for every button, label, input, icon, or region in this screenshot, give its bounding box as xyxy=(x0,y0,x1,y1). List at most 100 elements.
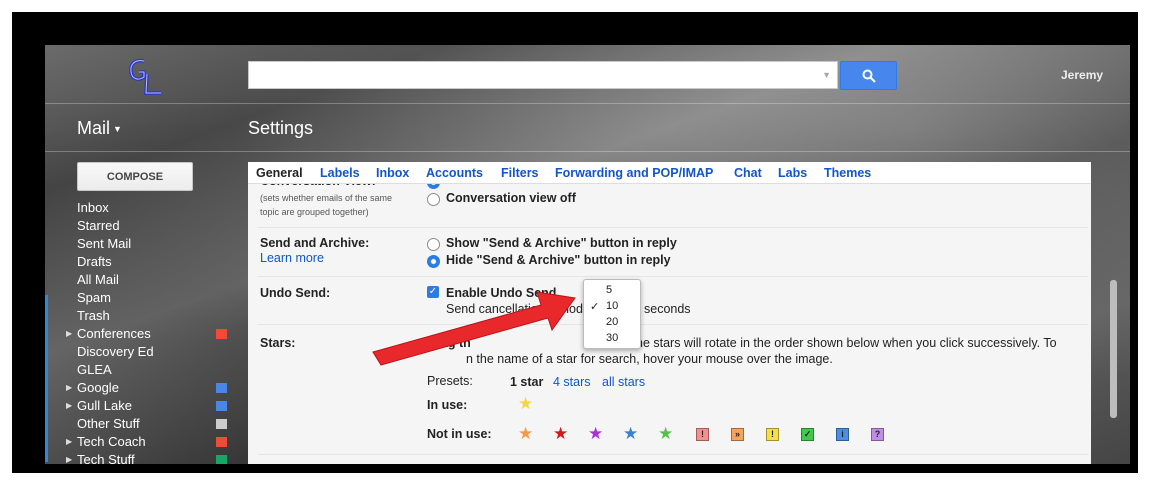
account-name[interactable]: Jeremy xyxy=(1061,68,1103,82)
sidebar-item[interactable]: Sent Mail xyxy=(45,235,235,253)
label-color-swatch[interactable] xyxy=(216,455,227,464)
sidebar-item-label: Conferences xyxy=(77,326,151,341)
label-color-swatch[interactable] xyxy=(216,383,227,393)
sidebar-item-label: Discovery Ed xyxy=(77,344,154,359)
expand-triangle-icon[interactable]: ▶ xyxy=(66,451,72,464)
tab-chat[interactable]: Chat xyxy=(734,166,762,180)
tab-labs[interactable]: Labs xyxy=(778,166,807,180)
sidebar-item[interactable]: ▶ Tech Coach xyxy=(45,433,235,451)
enable-undo-send-checkbox[interactable]: ✓ xyxy=(427,286,439,298)
stars-desc-start: Drag th xyxy=(427,336,471,350)
preset-4-stars[interactable]: 4 stars xyxy=(553,375,591,389)
mail-menu-label: Mail xyxy=(77,118,111,138)
conversation-view-off-radio[interactable] xyxy=(427,193,440,206)
divider xyxy=(258,324,1088,325)
header-divider xyxy=(45,103,1130,104)
star-icon[interactable]: ★ xyxy=(623,425,638,442)
preset-1-star[interactable]: 1 star xyxy=(510,375,543,389)
sidebar-item-label: Starred xyxy=(77,218,120,233)
gl-logo-icon[interactable] xyxy=(125,55,167,99)
tab-forwarding-and-pop-imap[interactable]: Forwarding and POP/IMAP xyxy=(555,166,713,180)
divider xyxy=(258,227,1088,228)
star-marker-icon[interactable]: ! xyxy=(766,428,779,441)
expand-triangle-icon[interactable]: ▶ xyxy=(66,325,72,343)
settings-panel: General Labels Inbox Accounts Filters Forward… xyxy=(248,162,1091,464)
sidebar-item[interactable]: All Mail xyxy=(45,271,235,289)
label-color-swatch[interactable] xyxy=(216,419,227,429)
label-color-swatch[interactable] xyxy=(216,329,227,339)
star-marker-icon[interactable]: » xyxy=(731,428,744,441)
mail-menu[interactable]: Mail ▼ xyxy=(77,118,122,139)
sidebar-item[interactable]: ▶ Gull Lake xyxy=(45,397,235,415)
tab-labels[interactable]: Labels xyxy=(320,166,360,180)
search-button[interactable] xyxy=(840,61,897,90)
conversation-view-off-label: Conversation view off xyxy=(446,191,576,205)
undo-send-label: Undo Send: xyxy=(260,286,331,300)
dropdown-option[interactable]: 5 xyxy=(606,284,612,296)
sidebar-nav: Inbox Starred Sent Mail Drafts All Mail Spam T… xyxy=(45,199,235,464)
star-icon[interactable]: ★ xyxy=(518,395,533,412)
sidebar-item[interactable]: Discovery Ed xyxy=(45,343,235,361)
expand-triangle-icon[interactable]: ▶ xyxy=(66,433,72,451)
sidebar-item[interactable]: GLEA xyxy=(45,361,235,379)
compose-button[interactable]: COMPOSE xyxy=(77,162,193,191)
sidebar-item[interactable]: Inbox xyxy=(45,199,235,217)
search-icon xyxy=(862,69,876,83)
in-use-label: In use: xyxy=(427,398,468,412)
star-marker-icon[interactable]: ! xyxy=(696,428,709,441)
learn-more-link[interactable]: Learn more xyxy=(260,251,324,265)
sidebar-item[interactable]: Starred xyxy=(45,217,235,235)
stars-desc-end: he stars will rotate in the order shown … xyxy=(636,336,1057,350)
star-icon[interactable]: ★ xyxy=(658,425,673,442)
settings-tabs: General Labels Inbox Accounts Filters Forward… xyxy=(248,162,1091,184)
sidebar-item[interactable]: ▶ Tech Stuff xyxy=(45,451,235,464)
settings-content: Conversation View: (sets whether emails … xyxy=(248,173,1091,464)
star-icon[interactable]: ★ xyxy=(588,425,603,442)
tab-filters[interactable]: Filters xyxy=(501,166,539,180)
page-title: Settings xyxy=(248,118,314,138)
tab-accounts[interactable]: Accounts xyxy=(426,166,483,180)
scrollbar[interactable] xyxy=(1110,280,1117,418)
sidebar-item[interactable]: Other Stuff xyxy=(45,415,235,433)
stars-desc-line2: n the name of a star for search, hover y… xyxy=(466,352,833,366)
star-marker-icon[interactable]: i xyxy=(836,428,849,441)
dropdown-option[interactable]: 10 xyxy=(606,300,618,312)
label-color-swatch[interactable] xyxy=(216,401,227,411)
checkmark-icon: ✓ xyxy=(590,301,600,313)
sidebar-item[interactable]: Drafts xyxy=(45,253,235,271)
sidebar-item[interactable]: Spam xyxy=(45,289,235,307)
tab-general[interactable]: General xyxy=(256,166,303,180)
search-options-chevron-icon[interactable]: ▼ xyxy=(822,70,831,80)
tab-themes[interactable]: Themes xyxy=(824,166,871,180)
sidebar-item-label: Spam xyxy=(77,290,111,305)
divider xyxy=(258,454,1088,455)
seconds-label: seconds xyxy=(644,302,691,316)
cancellation-period-dropdown[interactable]: 5 ✓ 10 20 30 xyxy=(583,279,641,349)
dropdown-option[interactable]: 20 xyxy=(606,316,618,328)
sidebar-item[interactable]: Trash xyxy=(45,307,235,325)
dropdown-option[interactable]: 30 xyxy=(606,332,618,344)
sidebar-item[interactable]: ▶ Google xyxy=(45,379,235,397)
star-icon[interactable]: ★ xyxy=(553,425,568,442)
expand-triangle-icon[interactable]: ▶ xyxy=(66,397,72,415)
sidebar-item-label: Other Stuff xyxy=(77,416,140,431)
search-input[interactable]: ▼ xyxy=(248,61,838,89)
sidebar-item[interactable]: ▶ Conferences xyxy=(45,325,235,343)
enable-undo-send-label: Enable Undo Send xyxy=(446,286,557,300)
label-color-swatch[interactable] xyxy=(216,437,227,447)
sidebar-item-label: Google xyxy=(77,380,119,395)
show-send-archive-radio[interactable] xyxy=(427,238,440,251)
sidebar-item-label: Tech Coach xyxy=(77,434,146,449)
expand-triangle-icon[interactable]: ▶ xyxy=(66,379,72,397)
star-icon[interactable]: ★ xyxy=(518,425,533,442)
star-marker-icon[interactable]: ✓ xyxy=(801,428,814,441)
toolbar-divider xyxy=(45,151,1130,152)
conversation-view-desc-1: (sets whether emails of the same xyxy=(260,193,393,203)
hide-send-archive-radio[interactable] xyxy=(427,255,440,268)
tab-inbox[interactable]: Inbox xyxy=(376,166,409,180)
star-marker-icon[interactable]: ? xyxy=(871,428,884,441)
divider xyxy=(258,276,1088,277)
sidebar-item-label: Drafts xyxy=(77,254,112,269)
sidebar-item-label: Sent Mail xyxy=(77,236,132,251)
preset-all-stars[interactable]: all stars xyxy=(602,375,645,389)
